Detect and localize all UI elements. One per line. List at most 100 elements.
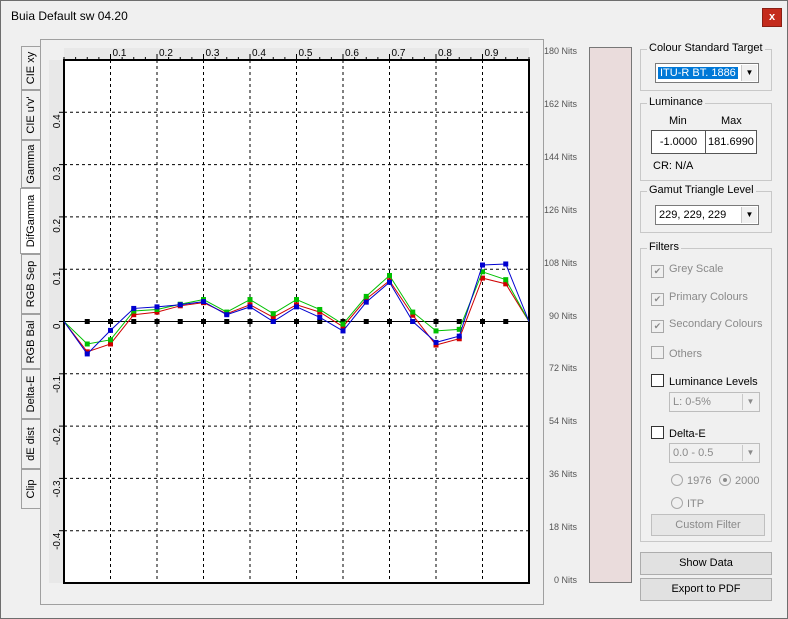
data-point	[387, 272, 392, 278]
data-point	[363, 299, 369, 305]
tab-cie-uv[interactable]: CIE u'v'	[21, 90, 40, 140]
tab-gamma[interactable]: Gamma	[21, 140, 40, 188]
luminance-scale-label: 36 Nits	[548, 469, 577, 480]
x-tick-label: 0.3	[206, 48, 220, 59]
y-tick-label: -0.1	[52, 375, 63, 393]
data-point	[294, 297, 299, 303]
data-point	[247, 319, 253, 324]
data-point	[270, 311, 276, 317]
data-point	[317, 314, 323, 320]
radio-1976[interactable]: 1976	[671, 474, 711, 487]
gamut-select[interactable]: 229, 229, 229 ▼	[655, 205, 759, 225]
data-point	[317, 306, 323, 312]
gamut-value: 229, 229, 229	[659, 209, 727, 221]
data-point	[201, 319, 206, 324]
data-point	[410, 319, 416, 324]
data-point	[503, 319, 509, 324]
luminance-scale-label: 162 Nits	[543, 98, 577, 109]
data-point	[387, 279, 392, 285]
chevron-down-icon: ▼	[742, 394, 758, 410]
custom-filter-button[interactable]: Custom Filter	[651, 514, 765, 536]
min-label: Min	[669, 115, 687, 127]
x-tick-label: 0.5	[299, 48, 313, 59]
data-point	[108, 327, 113, 333]
data-point	[84, 341, 90, 347]
luminance-title: Luminance	[647, 96, 705, 108]
data-point	[224, 319, 230, 324]
filters-title: Filters	[647, 241, 681, 253]
data-point	[433, 319, 439, 324]
data-point	[247, 304, 253, 310]
radio-2000[interactable]: 2000	[719, 474, 759, 487]
data-point	[108, 337, 113, 343]
luminance-scale-label: 0 Nits	[553, 575, 577, 585]
close-button[interactable]: x	[762, 8, 782, 27]
y-tick-label: 0.1	[52, 271, 63, 285]
colour-standard-select[interactable]: ITU-R BT. 1886 ▼	[655, 63, 759, 83]
delta-e-select[interactable]: 0.0 - 0.5 ▼	[669, 443, 760, 463]
luminance-levels-select[interactable]: L: 0-5% ▼	[669, 392, 760, 412]
luminance-scale-label: 180 Nits	[543, 46, 577, 56]
tab-cie-xy[interactable]: CIE xy	[21, 46, 40, 90]
checkmark-icon: ✔	[651, 265, 664, 278]
data-point	[480, 262, 485, 268]
grey-scale-checkbox[interactable]: ✔ Grey Scale	[651, 263, 723, 278]
show-data-button[interactable]: Show Data	[640, 552, 772, 575]
data-point	[456, 333, 462, 339]
chart-panel: 0.1 0.2 0.3 0.4 0.5 0.6 0.7 0.8 0.9 0.4 0.3 0.2 0.1 0…	[40, 39, 544, 605]
data-point	[363, 293, 369, 299]
luminance-scale-label: 72 Nits	[548, 363, 577, 374]
tab-rgb-sep[interactable]: RGB Sep	[21, 254, 40, 314]
data-point	[131, 305, 137, 311]
data-point	[456, 319, 462, 324]
checkmark-icon: ✔	[651, 320, 664, 333]
luminance-scale-label: 108 Nits	[543, 257, 577, 268]
data-point	[410, 309, 416, 315]
x-tick-label: 0.7	[392, 48, 406, 59]
data-point	[201, 299, 206, 305]
colour-standard-title: Colour Standard Target	[647, 42, 765, 54]
y-tick-label: -0.3	[52, 480, 63, 498]
tab-delta-e[interactable]: Delta-E	[21, 369, 40, 419]
gamut-title: Gamut Triangle Level	[647, 184, 756, 196]
y-tick-label: 0.4	[52, 114, 63, 128]
data-point	[294, 304, 299, 310]
luminance-bar	[589, 47, 632, 583]
data-point	[84, 319, 90, 324]
max-label: Max	[721, 115, 742, 127]
secondary-colours-checkbox[interactable]: ✔ Secondary Colours	[651, 318, 763, 333]
luminance-scale-label: 18 Nits	[548, 522, 577, 533]
contrast-ratio: CR: N/A	[653, 160, 694, 172]
checkmark-icon: ✔	[651, 293, 664, 306]
luminance-scale-label: 144 Nits	[543, 151, 577, 162]
min-value: -1.0000	[651, 130, 706, 154]
data-point	[154, 319, 160, 324]
data-point	[503, 277, 509, 283]
y-tick-label: -0.4	[52, 532, 63, 550]
tab-difgamma[interactable]: DifGamma	[20, 188, 41, 254]
luminance-levels-checkbox[interactable]: Luminance Levels	[651, 374, 758, 388]
tab-rgb-bal[interactable]: RGB Bal	[21, 314, 40, 369]
tab-de-dist[interactable]: dE dist	[21, 419, 40, 469]
view-tabs: CIE xy CIE u'v' Gamma DifGamma RGB Sep R…	[20, 46, 41, 509]
data-point	[340, 321, 346, 327]
data-point	[433, 328, 439, 334]
export-pdf-button[interactable]: Export to PDF	[640, 578, 772, 601]
y-tick-label: -0.2	[52, 428, 63, 446]
title-bar[interactable]: Buia Default sw 04.20 x	[1, 1, 787, 31]
window-title: Buia Default sw 04.20	[11, 9, 128, 23]
data-point	[340, 328, 346, 334]
others-checkbox[interactable]: Others	[651, 346, 702, 360]
data-point	[363, 319, 369, 324]
data-point	[177, 302, 183, 308]
radio-itp[interactable]: ITP	[671, 497, 704, 510]
tab-clip[interactable]: Clip	[21, 469, 40, 509]
chevron-down-icon: ▼	[742, 445, 758, 461]
primary-colours-checkbox[interactable]: ✔ Primary Colours	[651, 291, 748, 306]
data-point	[224, 312, 230, 318]
delta-e-checkbox[interactable]: Delta-E	[651, 426, 706, 440]
filters-group: Filters ✔ Grey Scale ✔ Primary Colours ✔ Se…	[640, 241, 772, 542]
data-point	[84, 351, 90, 357]
x-tick-label: 0.2	[159, 48, 173, 59]
luminance-group: Luminance Min Max -1.0000 181.6990 CR: N…	[640, 96, 772, 181]
